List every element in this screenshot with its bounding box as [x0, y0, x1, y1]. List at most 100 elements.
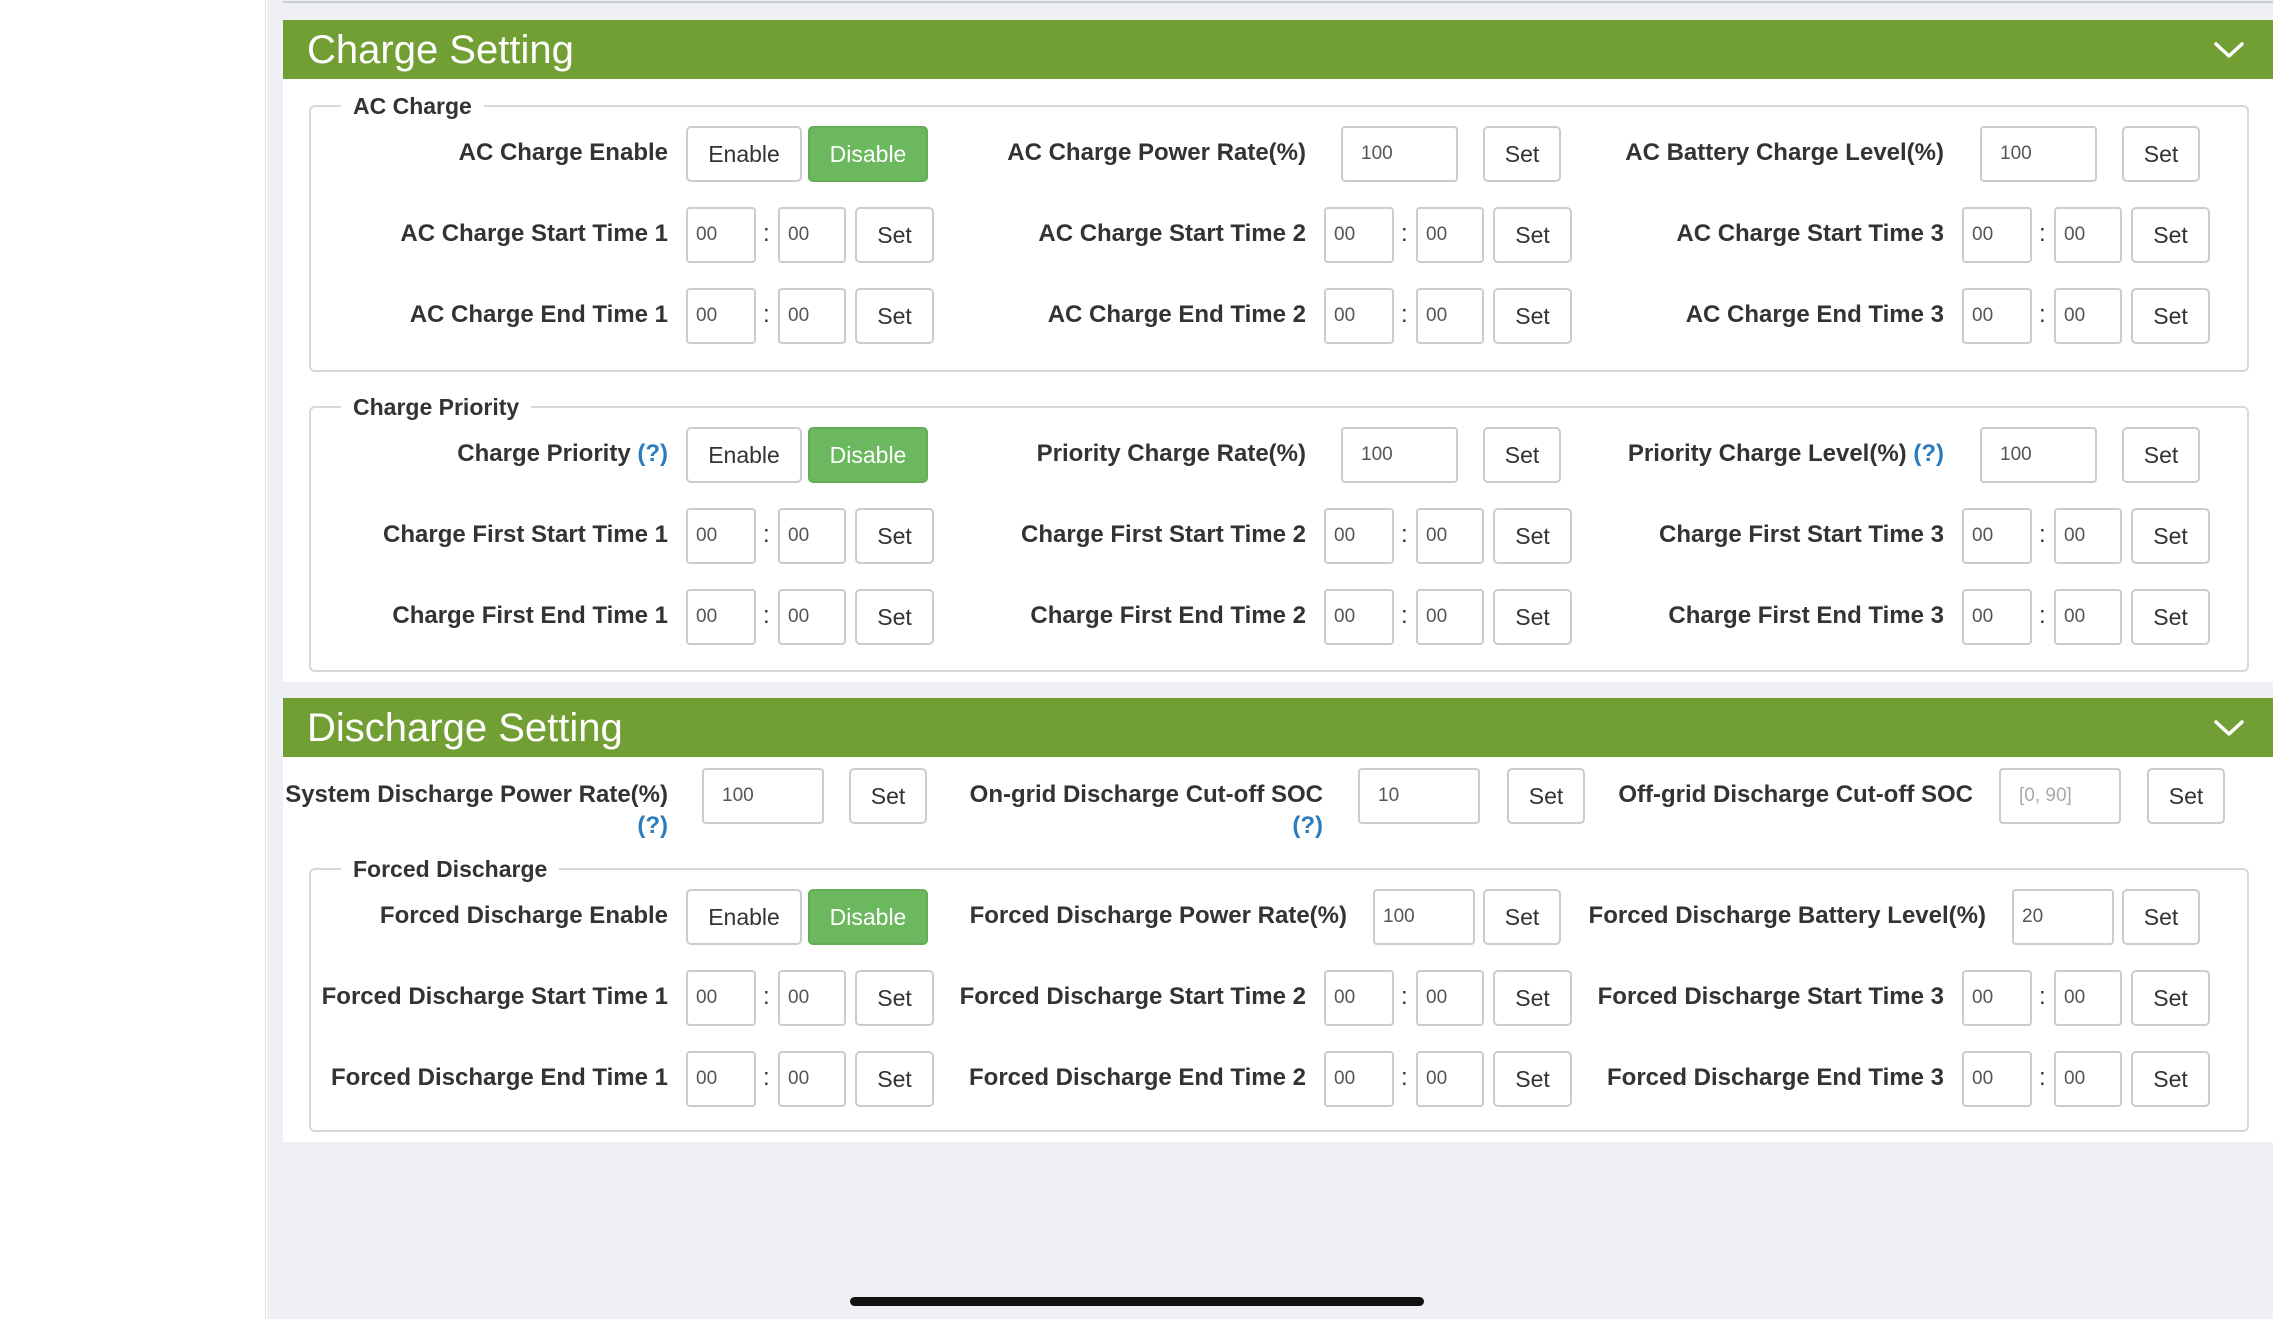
forced-discharge-enable-button[interactable]: Enable: [686, 889, 802, 945]
on-grid-discharge-cutoff-soc-input[interactable]: [1358, 768, 1480, 824]
charge-first-start-time-2-minute-input[interactable]: [1416, 508, 1484, 564]
charge-first-end-time-2-set-button[interactable]: Set: [1493, 589, 1572, 645]
forced-discharge-end-time-3-minute-input[interactable]: [2054, 1051, 2122, 1107]
forced-discharge-end-time-2-set-button[interactable]: Set: [1493, 1051, 1572, 1107]
ac-charge-end-time-3-minute-input[interactable]: [2054, 288, 2122, 344]
ac-charge-end-time-1-hour-input[interactable]: [686, 288, 756, 344]
charge-first-end-time-3-minute-input[interactable]: [2054, 589, 2122, 645]
charge-first-end-time-2-hour-input[interactable]: [1324, 589, 1394, 645]
system-discharge-power-rate-set-button[interactable]: Set: [849, 768, 927, 824]
ac-charge-start-time-3-label: AC Charge Start Time 3: [1676, 220, 1944, 247]
ac-charge-start-time-1-minute-input[interactable]: [778, 207, 846, 263]
time-colon: :: [2039, 983, 2046, 1010]
home-indicator[interactable]: [850, 1297, 1424, 1306]
forced-discharge-start-time-1-hour-input[interactable]: [686, 970, 756, 1026]
charge-first-start-time-3-minute-input[interactable]: [2054, 508, 2122, 564]
charge-first-start-time-3-set-button[interactable]: Set: [2131, 508, 2210, 564]
forced-discharge-end-time-1-set-button[interactable]: Set: [855, 1051, 934, 1107]
forced-discharge-start-time-2-hour-input[interactable]: [1324, 970, 1394, 1026]
charge-first-start-time-1-set-button[interactable]: Set: [855, 508, 934, 564]
forced-discharge-power-rate-input[interactable]: [1373, 889, 1475, 945]
help-icon[interactable]: (?): [637, 811, 668, 841]
forced-discharge-end-time-1-label: Forced Discharge End Time 1: [331, 1064, 668, 1091]
forced-discharge-start-time-3-minute-input[interactable]: [2054, 970, 2122, 1026]
ac-charge-end-time-3-hour-input[interactable]: [1962, 288, 2032, 344]
help-icon[interactable]: (?): [1292, 811, 1323, 841]
forced-discharge-battery-level-input[interactable]: [2012, 889, 2114, 945]
ac-charge-start-time-1-hour-input[interactable]: [686, 207, 756, 263]
ac-charge-power-rate-input[interactable]: [1341, 126, 1458, 182]
chevron-down-icon[interactable]: [2213, 40, 2245, 60]
priority-charge-level-input[interactable]: [1980, 427, 2097, 483]
charge-first-start-time-3-hour-input[interactable]: [1962, 508, 2032, 564]
charge-first-start-time-3-label: Charge First Start Time 3: [1659, 521, 1944, 548]
ac-charge-start-time-1-set-button[interactable]: Set: [855, 207, 934, 263]
ac-charge-end-time-3-label: AC Charge End Time 3: [1685, 301, 1944, 328]
forced-discharge-end-time-3-hour-input[interactable]: [1962, 1051, 2032, 1107]
ac-charge-start-time-3-set-button[interactable]: Set: [2131, 207, 2210, 263]
forced-discharge-start-time-2-set-button[interactable]: Set: [1493, 970, 1572, 1026]
charge-setting-header[interactable]: Charge Setting: [283, 20, 2273, 79]
charge-first-end-time-2-minute-input[interactable]: [1416, 589, 1484, 645]
forced-discharge-start-time-3-hour-input[interactable]: [1962, 970, 2032, 1026]
forced-discharge-legend: Forced Discharge: [341, 855, 560, 883]
forced-discharge-end-time-2-minute-input[interactable]: [1416, 1051, 1484, 1107]
priority-charge-level-set-button[interactable]: Set: [2122, 427, 2200, 483]
ac-charge-enable-button[interactable]: Enable: [686, 126, 802, 182]
ac-charge-start-time-2-hour-input[interactable]: [1324, 207, 1394, 263]
charge-first-end-time-3-hour-input[interactable]: [1962, 589, 2032, 645]
forced-discharge-end-time-1-hour-input[interactable]: [686, 1051, 756, 1107]
off-grid-discharge-cutoff-soc-label: Off-grid Discharge Cut-off SOC: [1618, 781, 1973, 808]
forced-discharge-start-time-3-set-button[interactable]: Set: [2131, 970, 2210, 1026]
ac-charge-end-time-2-hour-input[interactable]: [1324, 288, 1394, 344]
ac-battery-charge-level-set-button[interactable]: Set: [2122, 126, 2200, 182]
charge-priority-disable-button[interactable]: Disable: [808, 427, 928, 483]
ac-charge-end-time-1-minute-input[interactable]: [778, 288, 846, 344]
ac-charge-disable-button[interactable]: Disable: [808, 126, 928, 182]
priority-charge-rate-input[interactable]: [1341, 427, 1458, 483]
off-grid-discharge-cutoff-soc-set-button[interactable]: Set: [2147, 768, 2225, 824]
discharge-setting-header[interactable]: Discharge Setting: [283, 698, 2273, 757]
ac-charge-start-time-3-minute-input[interactable]: [2054, 207, 2122, 263]
ac-charge-end-time-2-set-button[interactable]: Set: [1493, 288, 1572, 344]
forced-discharge-disable-button[interactable]: Disable: [808, 889, 928, 945]
help-icon[interactable]: (?): [637, 440, 668, 467]
ac-charge-end-time-3-set-button[interactable]: Set: [2131, 288, 2210, 344]
time-colon: :: [2039, 301, 2046, 328]
time-colon: :: [2039, 1064, 2046, 1091]
charge-first-start-time-2-hour-input[interactable]: [1324, 508, 1394, 564]
ac-charge-start-time-2-minute-input[interactable]: [1416, 207, 1484, 263]
charge-first-end-time-3-set-button[interactable]: Set: [2131, 589, 2210, 645]
ac-charge-start-time-3-hour-input[interactable]: [1962, 207, 2032, 263]
forced-discharge-start-time-2-minute-input[interactable]: [1416, 970, 1484, 1026]
forced-discharge-start-time-1-minute-input[interactable]: [778, 970, 846, 1026]
forced-discharge-battery-level-set-button[interactable]: Set: [2122, 889, 2200, 945]
charge-first-end-time-1-minute-input[interactable]: [778, 589, 846, 645]
charge-first-end-time-1-hour-input[interactable]: [686, 589, 756, 645]
ac-battery-charge-level-input[interactable]: [1980, 126, 2097, 182]
charge-first-start-time-1-minute-input[interactable]: [778, 508, 846, 564]
ac-charge-power-rate-set-button[interactable]: Set: [1483, 126, 1561, 182]
ac-charge-end-time-2-minute-input[interactable]: [1416, 288, 1484, 344]
charge-first-end-time-1-set-button[interactable]: Set: [855, 589, 934, 645]
forced-discharge-end-time-3-set-button[interactable]: Set: [2131, 1051, 2210, 1107]
charge-first-start-time-2-label: Charge First Start Time 2: [1021, 521, 1306, 548]
on-grid-discharge-cutoff-soc-set-button[interactable]: Set: [1507, 768, 1585, 824]
off-grid-discharge-cutoff-soc-input[interactable]: [1999, 768, 2121, 824]
charge-priority-enable-button[interactable]: Enable: [686, 427, 802, 483]
forced-discharge-end-time-2-hour-input[interactable]: [1324, 1051, 1394, 1107]
time-colon: :: [2039, 521, 2046, 548]
forced-discharge-end-time-1-minute-input[interactable]: [778, 1051, 846, 1107]
charge-first-start-time-1-hour-input[interactable]: [686, 508, 756, 564]
chevron-down-icon[interactable]: [2213, 718, 2245, 738]
ac-charge-end-time-1-set-button[interactable]: Set: [855, 288, 934, 344]
priority-charge-rate-set-button[interactable]: Set: [1483, 427, 1561, 483]
ac-charge-start-time-2-set-button[interactable]: Set: [1493, 207, 1572, 263]
charge-priority-legend: Charge Priority: [341, 393, 532, 421]
system-discharge-power-rate-input[interactable]: [702, 768, 824, 824]
charge-first-end-time-1-label: Charge First End Time 1: [392, 602, 668, 629]
forced-discharge-power-rate-set-button[interactable]: Set: [1483, 889, 1561, 945]
help-icon[interactable]: (?): [1913, 440, 1944, 467]
charge-first-start-time-2-set-button[interactable]: Set: [1493, 508, 1572, 564]
forced-discharge-start-time-1-set-button[interactable]: Set: [855, 970, 934, 1026]
